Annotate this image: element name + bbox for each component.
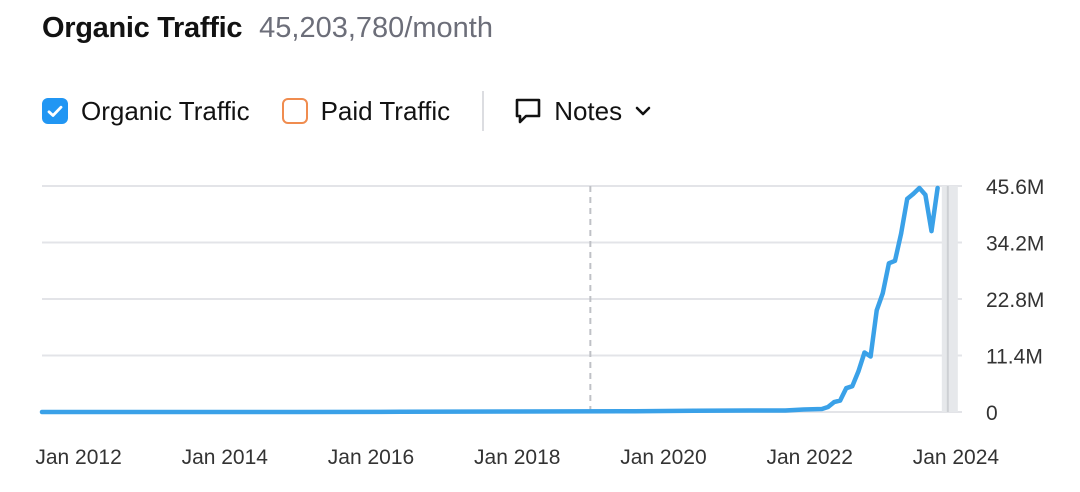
data-point xyxy=(862,350,867,355)
data-point xyxy=(801,407,806,412)
x-tick-label: Jan 2016 xyxy=(328,446,414,469)
data-point xyxy=(746,408,751,413)
data-point xyxy=(886,261,891,266)
data-point xyxy=(832,400,837,405)
data-point xyxy=(838,398,843,403)
x-tick-label: Jan 2022 xyxy=(766,446,852,469)
data-point xyxy=(899,231,904,236)
data-point xyxy=(892,258,897,263)
x-tick-label: Jan 2014 xyxy=(182,446,269,469)
y-tick-label: 11.4M xyxy=(986,346,1043,369)
data-point xyxy=(923,192,928,197)
data-point xyxy=(905,196,910,201)
y-tick-label: 0 xyxy=(986,402,998,425)
x-tick-label: Jan 2012 xyxy=(35,446,121,469)
data-point xyxy=(295,410,300,414)
data-point xyxy=(40,410,44,414)
data-point xyxy=(618,409,623,414)
data-point xyxy=(691,408,696,413)
data-point xyxy=(399,409,404,414)
data-point xyxy=(819,407,824,412)
data-point xyxy=(911,191,916,196)
data-point xyxy=(929,229,934,234)
data-point xyxy=(844,386,849,391)
data-point xyxy=(856,369,861,374)
data-point xyxy=(850,384,855,389)
data-point xyxy=(880,291,885,296)
data-point xyxy=(783,408,788,413)
data-point xyxy=(935,185,940,190)
data-point xyxy=(917,185,922,190)
y-tick-label: 22.8M xyxy=(986,289,1044,312)
current-period-band xyxy=(941,186,958,412)
data-point xyxy=(874,308,879,313)
data-point xyxy=(149,410,154,414)
traffic-chart: 0 11.4M 22.8M 34.2M 45.6M Jan 2012 Jan 2014 Jan… xyxy=(35,176,1044,469)
y-tick-label: 34.2M xyxy=(986,233,1044,256)
data-point xyxy=(825,405,830,410)
data-point xyxy=(868,354,873,359)
x-tick-label: Jan 2018 xyxy=(474,446,560,469)
data-point xyxy=(515,409,520,414)
x-tick-label: Jan 2020 xyxy=(620,446,706,469)
y-tick-label: 45.6M xyxy=(986,176,1044,199)
x-tick-label: Jan 2024 xyxy=(913,446,1000,469)
